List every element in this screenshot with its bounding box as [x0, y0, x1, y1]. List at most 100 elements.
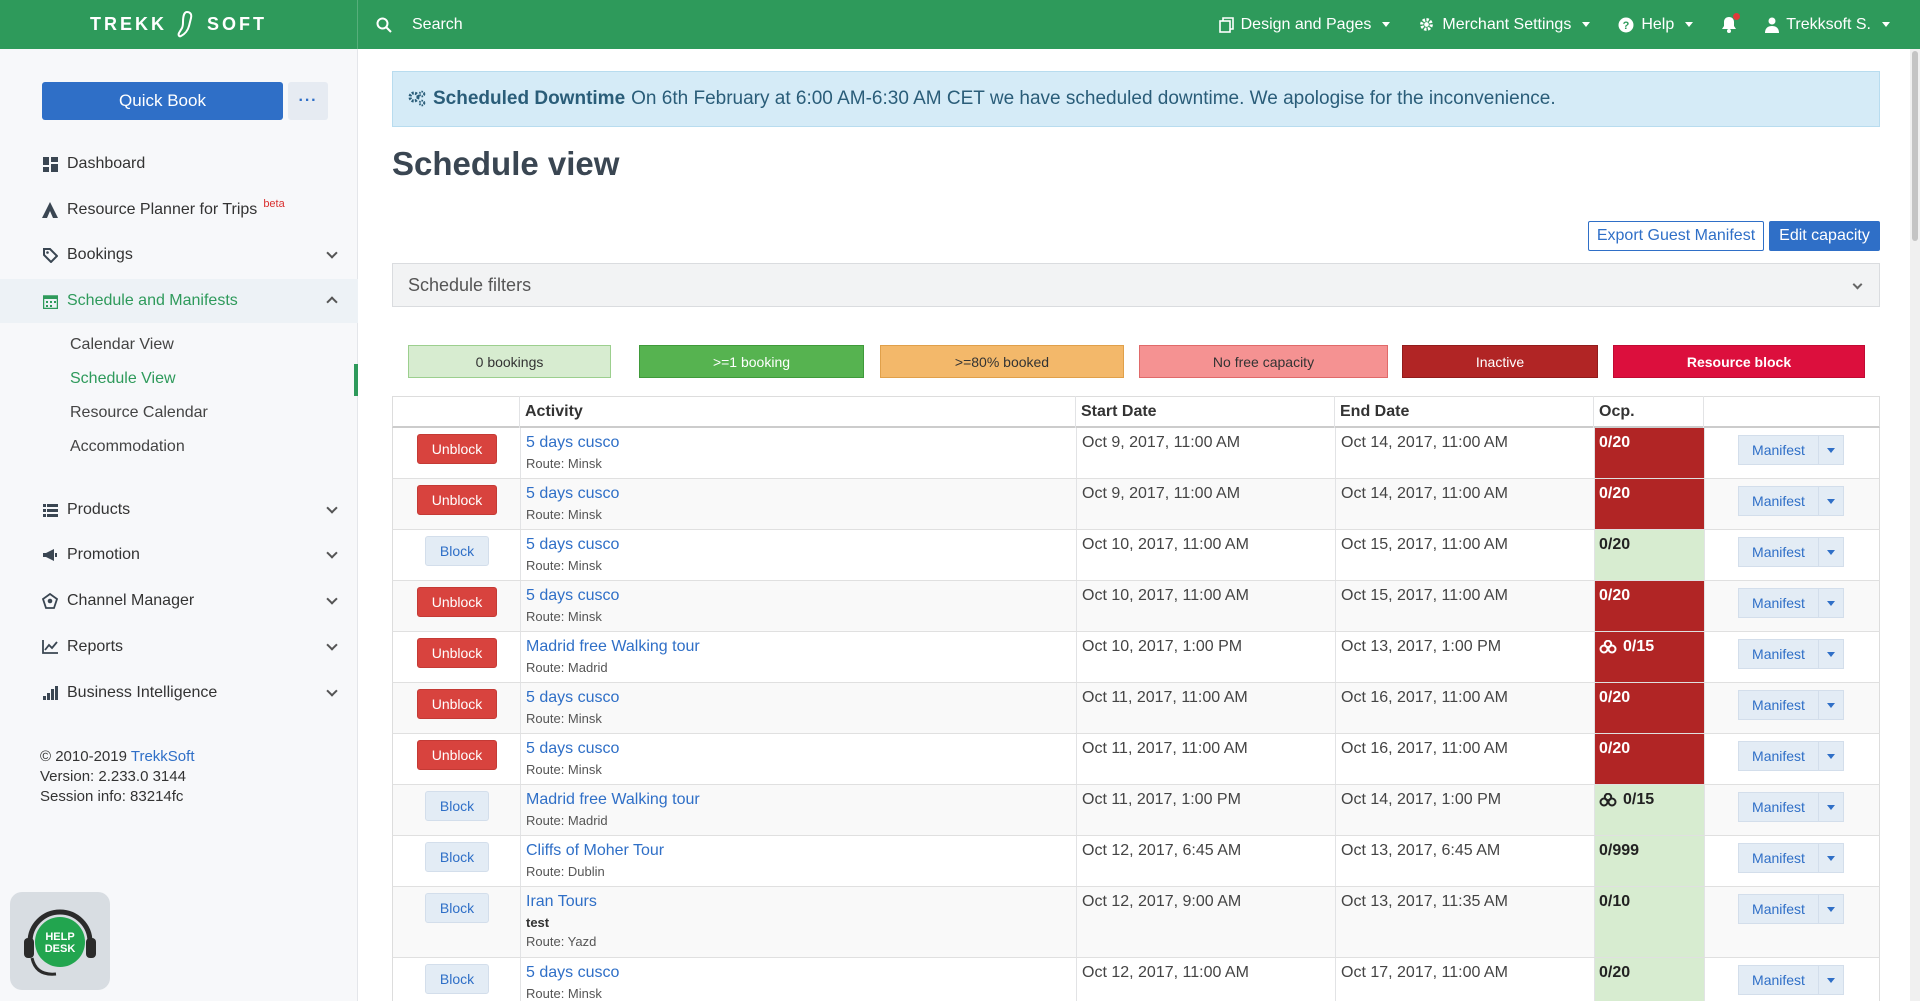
cell-end-date: Oct 16, 2017, 11:00 AM — [1335, 734, 1594, 784]
occupancy-value-wrap: 0/20 — [1599, 689, 1630, 707]
manifest-dropdown-toggle[interactable] — [1818, 588, 1844, 618]
manifest-button[interactable]: Manifest — [1738, 965, 1818, 995]
activity-link[interactable]: 5 days cusco — [526, 485, 619, 503]
chevron-down-icon — [326, 502, 338, 514]
manifest-button[interactable]: Manifest — [1738, 843, 1818, 873]
cell-action: Unblock — [393, 632, 520, 682]
cell-action: Unblock — [393, 479, 520, 529]
svg-text:?: ? — [1623, 20, 1630, 32]
export-guest-manifest-button[interactable]: Export Guest Manifest — [1588, 221, 1764, 251]
manifest-split-button: Manifest — [1738, 894, 1844, 924]
unblock-button[interactable]: Unblock — [417, 434, 497, 464]
legend-item: 0 bookings — [408, 345, 611, 378]
manifest-dropdown-toggle[interactable] — [1818, 843, 1844, 873]
dashboard-icon — [42, 156, 58, 172]
manifest-button[interactable]: Manifest — [1738, 894, 1818, 924]
sidebar-subitem-schedule-view[interactable]: Schedule View — [70, 370, 176, 388]
activity-link[interactable]: 5 days cusco — [526, 740, 619, 758]
manifest-button[interactable]: Manifest — [1738, 486, 1818, 516]
unblock-button[interactable]: Unblock — [417, 485, 497, 515]
block-button[interactable]: Block — [425, 536, 489, 566]
manifest-dropdown-toggle[interactable] — [1818, 690, 1844, 720]
manifest-button[interactable]: Manifest — [1738, 741, 1818, 771]
bars-icon — [42, 685, 58, 701]
activity-link[interactable]: 5 days cusco — [526, 689, 619, 707]
sidebar-item-dashboard[interactable]: Dashboard — [0, 143, 358, 185]
company-link[interactable]: TrekkSoft — [131, 748, 195, 765]
logo[interactable]: TREKK SOFT — [0, 0, 358, 49]
manifest-button[interactable]: Manifest — [1738, 639, 1818, 669]
block-button[interactable]: Block — [425, 964, 489, 994]
sidebar-item-channel-manager[interactable]: Channel Manager — [0, 580, 358, 622]
manifest-dropdown-toggle[interactable] — [1818, 537, 1844, 567]
merchant-settings-menu[interactable]: Merchant Settings — [1418, 16, 1591, 34]
activity-link[interactable]: Madrid free Walking tour — [526, 791, 700, 809]
more-options-button[interactable]: ··· — [288, 82, 328, 120]
sidebar-item-label: Dashboard — [67, 155, 146, 172]
manifest-button[interactable]: Manifest — [1738, 537, 1818, 567]
sidebar-item-schedule-and-manifests[interactable]: Schedule and Manifests — [0, 279, 358, 323]
manifest-dropdown-toggle[interactable] — [1818, 965, 1844, 995]
caret-down-icon — [1827, 804, 1835, 810]
cell-action: Block — [393, 785, 520, 835]
manifest-dropdown-toggle[interactable] — [1818, 639, 1844, 669]
sidebar-subitem-calendar-view[interactable]: Calendar View — [70, 336, 174, 354]
occupancy-value-wrap: 0/20 — [1599, 485, 1630, 503]
manifest-dropdown-toggle[interactable] — [1818, 435, 1844, 465]
cell-start-date: Oct 10, 2017, 1:00 PM — [1076, 632, 1335, 682]
manifest-button[interactable]: Manifest — [1738, 690, 1818, 720]
activity-link[interactable]: 5 days cusco — [526, 964, 619, 982]
block-button[interactable]: Block — [425, 893, 489, 923]
unblock-button[interactable]: Unblock — [417, 689, 497, 719]
unblock-button[interactable]: Unblock — [417, 587, 497, 617]
occupancy-value-wrap: 0/20 — [1599, 434, 1630, 452]
edit-capacity-button[interactable]: Edit capacity — [1769, 221, 1880, 251]
activity-route: Route: Madrid — [526, 813, 608, 828]
sidebar-item-products[interactable]: Products — [0, 489, 358, 531]
activity-link[interactable]: Iran Tours — [526, 893, 597, 911]
activity-link[interactable]: 5 days cusco — [526, 536, 619, 554]
sidebar-subitem-accommodation[interactable]: Accommodation — [70, 438, 185, 456]
manifest-dropdown-toggle[interactable] — [1818, 792, 1844, 822]
sidebar-subitem-resource-calendar[interactable]: Resource Calendar — [70, 404, 208, 422]
activity-link[interactable]: 5 days cusco — [526, 587, 619, 605]
help-menu[interactable]: ? Help — [1618, 16, 1694, 34]
sidebar-item-bookings[interactable]: Bookings — [0, 234, 358, 276]
sidebar-item-promotion[interactable]: Promotion — [0, 534, 358, 576]
occupancy-value: 0/20 — [1599, 536, 1631, 553]
start-date: Oct 11, 2017, 11:00 AM — [1082, 689, 1248, 706]
activity-link[interactable]: Madrid free Walking tour — [526, 638, 700, 656]
svg-text:HELP: HELP — [45, 931, 74, 943]
design-and-pages-menu[interactable]: Design and Pages — [1218, 16, 1391, 34]
unblock-button[interactable]: Unblock — [417, 740, 497, 770]
sidebar-item-reports[interactable]: Reports — [0, 626, 358, 668]
sidebar-item-resource-planner[interactable]: Resource Planner for Trips beta — [0, 189, 358, 231]
manifest-dropdown-toggle[interactable] — [1818, 486, 1844, 516]
sidebar-item-business-intelligence[interactable]: Business Intelligence — [0, 672, 358, 714]
chevron-up-icon — [326, 296, 338, 308]
manifest-dropdown-toggle[interactable] — [1818, 894, 1844, 924]
schedule-filters-toggle[interactable]: Schedule filters — [392, 263, 1880, 307]
cell-activity: Madrid free Walking tour Route: Madrid — [520, 785, 1076, 835]
block-button[interactable]: Block — [425, 842, 489, 872]
manifest-button[interactable]: Manifest — [1738, 588, 1818, 618]
global-search[interactable]: Search — [376, 0, 463, 49]
unblock-button[interactable]: Unblock — [417, 638, 497, 668]
help-desk-button[interactable]: HELP DESK — [10, 892, 110, 990]
copyright-text: © 2010-2019 — [40, 748, 131, 765]
block-button[interactable]: Block — [425, 791, 489, 821]
user-menu[interactable]: Trekksoft S. — [1765, 16, 1890, 34]
notification-dot — [1733, 13, 1741, 20]
scrollbar[interactable] — [1910, 49, 1920, 1001]
start-date: Oct 11, 2017, 11:00 AM — [1082, 740, 1248, 757]
manifest-button[interactable]: Manifest — [1738, 435, 1818, 465]
manifest-button[interactable]: Manifest — [1738, 792, 1818, 822]
occupancy-value: 0/10 — [1599, 893, 1631, 910]
scrollbar-thumb[interactable] — [1912, 51, 1918, 241]
manifest-dropdown-toggle[interactable] — [1818, 741, 1844, 771]
quick-book-button[interactable]: Quick Book — [42, 82, 283, 120]
activity-link[interactable]: 5 days cusco — [526, 434, 619, 452]
notifications-button[interactable] — [1721, 13, 1741, 33]
activity-link[interactable]: Cliffs of Moher Tour — [526, 842, 664, 860]
start-date: Oct 12, 2017, 9:00 AM — [1082, 893, 1242, 910]
